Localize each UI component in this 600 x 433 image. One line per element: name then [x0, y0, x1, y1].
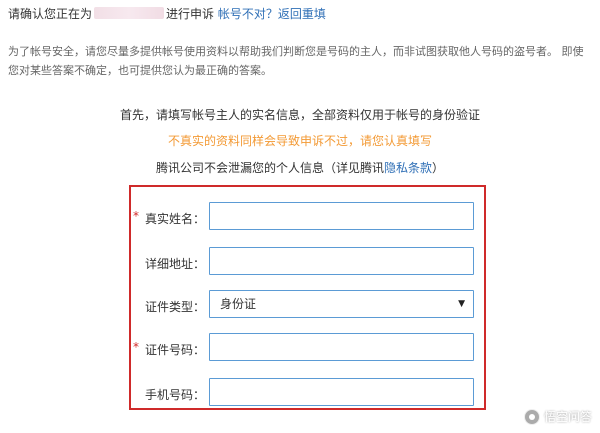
- privacy-terms-link[interactable]: 隐私条款: [384, 161, 432, 175]
- id-type-select[interactable]: 身份证 ▼: [209, 290, 474, 318]
- privacy-notice-text: 腾讯公司不会泄漏您的个人信息（详见腾讯: [155, 161, 384, 175]
- identity-form: * 真实姓名： 详细地址： 证件类型： 身份证 ▼ * 证件号码： 手机号码：: [129, 185, 486, 410]
- address-label: 详细地址：: [144, 257, 205, 271]
- id-number-label: 证件号码：: [144, 343, 205, 357]
- security-intro-text: 为了帐号安全，请您尽量多提供帐号使用资料以帮助我们判断您是号码的主人，而非试图获…: [8, 45, 584, 77]
- watermark: 悟空问答: [523, 408, 592, 425]
- real-name-input[interactable]: [209, 202, 474, 230]
- phone-input[interactable]: [209, 378, 474, 406]
- id-type-label: 证件类型：: [144, 300, 205, 314]
- field-row-phone: 手机号码：: [131, 378, 484, 408]
- header-suffix: 进行申诉: [166, 7, 215, 21]
- privacy-notice-end: ）: [432, 161, 445, 175]
- field-row-id-type: 证件类型： 身份证 ▼: [131, 290, 484, 320]
- address-input[interactable]: [209, 247, 474, 275]
- masked-account: [94, 7, 165, 19]
- wrong-account-link[interactable]: 帐号不对？: [218, 7, 278, 21]
- header-prefix: 请确认您正在为: [8, 7, 93, 21]
- account-confirm-header: 请确认您正在为 进行申诉 帐号不对？返回重填: [8, 6, 326, 22]
- real-name-notice: 首先，请填写帐号主人的实名信息，全部资料仅用于帐号的身份验证: [119, 108, 480, 122]
- back-refill-link[interactable]: 返回重填: [278, 7, 326, 21]
- phone-label: 手机号码：: [144, 388, 205, 402]
- watermark-text: 悟空问答: [543, 410, 592, 424]
- privacy-notice: 腾讯公司不会泄漏您的个人信息（详见腾讯隐私条款）: [0, 160, 600, 176]
- field-row-address: 详细地址：: [131, 247, 484, 277]
- field-row-id-number: * 证件号码：: [131, 333, 484, 363]
- id-type-selected-value: 身份证: [220, 297, 257, 311]
- id-number-input[interactable]: [209, 333, 474, 361]
- warning-notice: 不真实的资料同样会导致申诉不过，请您认真填写: [167, 134, 432, 148]
- chevron-down-icon: ▼: [458, 299, 465, 309]
- watermark-logo-icon: [523, 408, 540, 425]
- field-row-real-name: * 真实姓名：: [131, 202, 484, 232]
- real-name-label: 真实姓名：: [144, 212, 205, 226]
